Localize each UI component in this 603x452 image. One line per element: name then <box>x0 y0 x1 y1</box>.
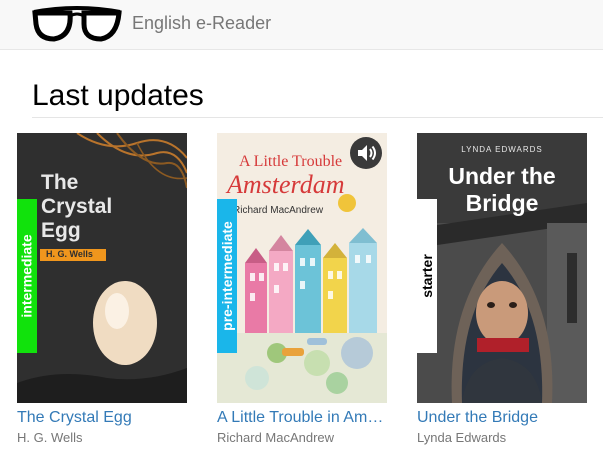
cover-author: Richard MacAndrew <box>233 205 324 216</box>
level-label: starter <box>419 254 435 298</box>
book-author: H. G. Wells <box>17 430 83 445</box>
navbar: English e-Reader <box>0 0 603 50</box>
level-badge: starter <box>417 199 437 353</box>
book-card[interactable]: A Little Trouble Amsterdam Richard MacAn… <box>217 133 387 446</box>
cover-author: H. G. Wells <box>46 249 93 259</box>
book-cover[interactable]: A Little Trouble Amsterdam Richard MacAn… <box>217 133 387 403</box>
section-divider <box>32 117 603 118</box>
level-badge: intermediate <box>17 199 37 353</box>
glasses-icon[interactable] <box>32 6 122 42</box>
book-cover[interactable]: The Crystal Egg H. G. Wells intermediate <box>17 133 187 403</box>
section-title: Last updates <box>32 79 204 112</box>
brand-link[interactable]: English e-Reader <box>132 13 271 34</box>
book-card[interactable]: The Crystal Egg H. G. Wells intermediate… <box>17 133 187 446</box>
level-badge: pre-intermediate <box>217 199 237 353</box>
book-cover[interactable]: LYNDA EDWARDS Under the Bridge starter <box>417 133 587 403</box>
book-author: Richard MacAndrew <box>217 430 335 445</box>
audio-badge[interactable] <box>350 137 382 169</box>
cover-title: The Crystal Egg <box>41 171 113 242</box>
book-author: Lynda Edwards <box>417 430 507 445</box>
cover-title: A Little Trouble <box>239 153 343 170</box>
level-label: intermediate <box>19 234 35 318</box>
book-title-link[interactable]: Under the Bridge <box>417 408 587 428</box>
cover-title-script: Amsterdam <box>227 170 345 199</box>
speaker-icon <box>358 145 376 161</box>
cover-author: LYNDA EDWARDS <box>461 145 543 154</box>
book-title-link[interactable]: A Little Trouble in Amsterdam <box>217 408 387 428</box>
book-card[interactable]: LYNDA EDWARDS Under the Bridge starter U… <box>417 133 587 446</box>
level-label: pre-intermediate <box>219 221 236 331</box>
book-title-link[interactable]: The Crystal Egg <box>17 408 187 428</box>
cover-title: Under the Bridge <box>448 163 556 216</box>
